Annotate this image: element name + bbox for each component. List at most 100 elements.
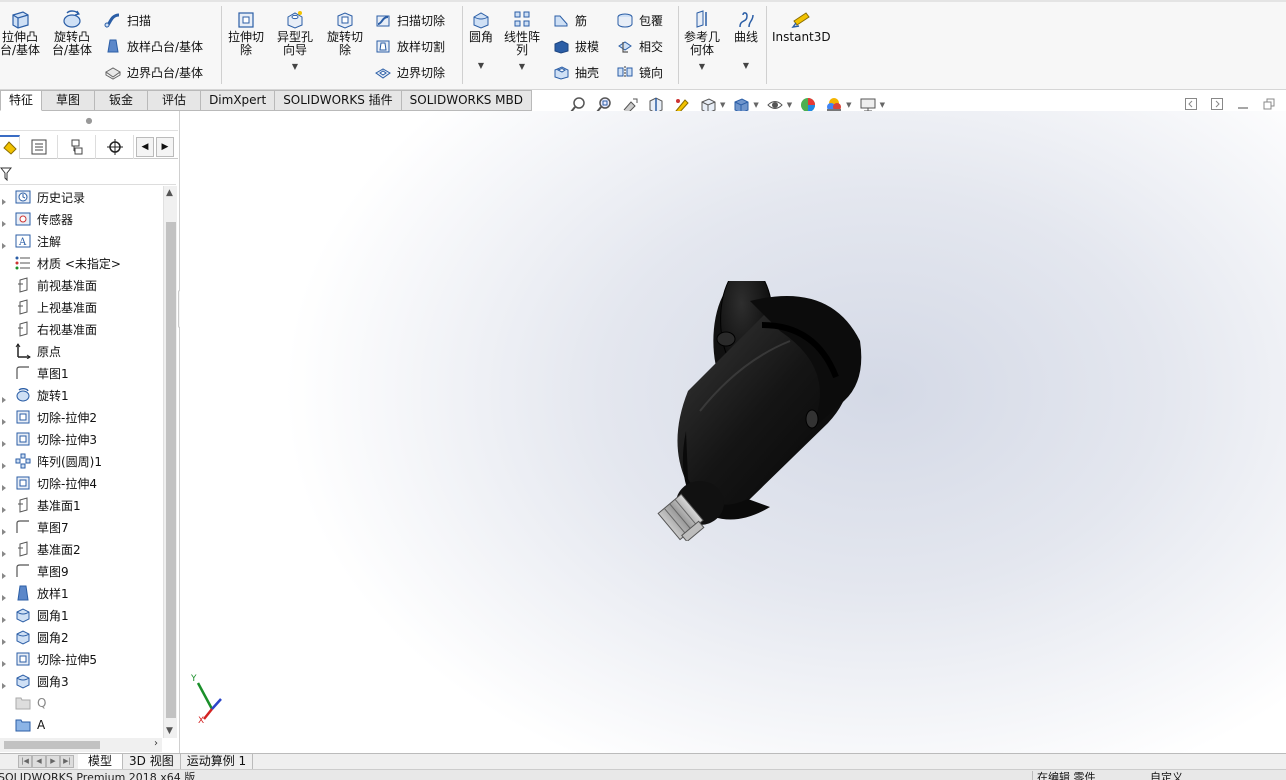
tree-item[interactable]: 草图1 bbox=[0, 362, 162, 384]
tree-item[interactable]: A bbox=[0, 714, 162, 736]
intersect-button[interactable]: 相交 bbox=[615, 36, 663, 56]
fillet-dropdown-icon[interactable]: ▼ bbox=[478, 59, 484, 72]
tab-solidworks-addins[interactable]: SOLIDWORKS 插件 bbox=[275, 90, 402, 111]
tree-item[interactable]: A 注解 bbox=[0, 230, 162, 252]
expand-arrow-icon[interactable] bbox=[2, 458, 7, 469]
tree-item[interactable]: 圆角3 bbox=[0, 670, 162, 692]
linear-pattern-button[interactable]: 线性阵 列 ▼ bbox=[504, 8, 540, 73]
tab-sheet-metal[interactable]: 钣金 bbox=[95, 90, 149, 111]
tree-item[interactable]: 基准面2 bbox=[0, 538, 162, 560]
reference-geometry-button[interactable]: 参考几 何体 ▼ bbox=[684, 8, 720, 73]
tab-motion-study[interactable]: 运动算例 1 bbox=[181, 753, 254, 770]
scrollbar-thumb[interactable] bbox=[166, 222, 176, 718]
lofted-boss-button[interactable]: 放样凸台/基体 bbox=[103, 36, 203, 56]
tree-item[interactable]: 材质 <未指定> bbox=[0, 252, 162, 274]
curves-dropdown-icon[interactable]: ▼ bbox=[743, 59, 749, 72]
reference-geometry-dropdown-icon[interactable]: ▼ bbox=[699, 60, 705, 73]
next-tab-icon[interactable]: ▶ bbox=[46, 755, 60, 768]
filter-icon[interactable] bbox=[0, 167, 12, 181]
expand-arrow-icon[interactable] bbox=[2, 656, 7, 667]
tree-item[interactable]: 放样1 bbox=[0, 582, 162, 604]
expand-arrow-icon[interactable] bbox=[2, 634, 7, 645]
expand-arrow-icon[interactable] bbox=[2, 546, 7, 557]
panel-left-icon[interactable] bbox=[1184, 97, 1198, 111]
expand-arrow-icon[interactable] bbox=[2, 612, 7, 623]
hide-show-dropdown-icon[interactable]: ▼ bbox=[787, 101, 792, 109]
last-tab-icon[interactable]: ▶| bbox=[60, 755, 74, 768]
panel-right-icon[interactable] bbox=[1210, 97, 1224, 111]
revolved-cut-button[interactable]: 旋转切 除 bbox=[327, 8, 363, 57]
featuremanager-tab-icon[interactable] bbox=[0, 134, 20, 159]
graphics-area[interactable]: Y X bbox=[180, 111, 1286, 753]
tree-horizontal-scrollbar[interactable]: › bbox=[0, 738, 162, 752]
hole-wizard-dropdown-icon[interactable]: ▼ bbox=[292, 60, 298, 73]
tab-solidworks-mbd[interactable]: SOLIDWORKS MBD bbox=[401, 90, 532, 111]
expand-arrow-icon[interactable] bbox=[2, 502, 7, 513]
expand-arrow-icon[interactable] bbox=[2, 436, 7, 447]
view-orientation-dropdown-icon[interactable]: ▼ bbox=[720, 101, 725, 109]
linear-pattern-dropdown-icon[interactable]: ▼ bbox=[519, 60, 525, 73]
tree-item[interactable]: 阵列(圆周)1 bbox=[0, 450, 162, 472]
tree-item[interactable]: 圆角1 bbox=[0, 604, 162, 626]
tree-item[interactable]: 传感器 bbox=[0, 208, 162, 230]
previous-tab-icon[interactable]: ◀ bbox=[32, 755, 46, 768]
hole-wizard-button[interactable]: 异型孔 向导 ▼ bbox=[277, 8, 313, 73]
first-tab-icon[interactable]: |◀ bbox=[18, 755, 32, 768]
expand-arrow-icon[interactable] bbox=[2, 392, 7, 403]
mirror-button[interactable]: 镜向 bbox=[615, 62, 663, 82]
tree-vertical-scrollbar[interactable]: ▲ ▼ bbox=[163, 186, 177, 738]
tab-features[interactable]: 特征 bbox=[0, 90, 43, 111]
revolved-boss-button[interactable]: 旋转凸 台/基体 bbox=[52, 8, 92, 57]
tree-item[interactable]: 切除-拉伸2 bbox=[0, 406, 162, 428]
scroll-right-icon[interactable]: › bbox=[154, 738, 158, 749]
configurationmanager-tab-icon[interactable] bbox=[58, 134, 96, 159]
rib-button[interactable]: 筋 bbox=[551, 10, 587, 30]
fillet-button[interactable]: 圆角 ▼ bbox=[468, 8, 494, 72]
shell-button[interactable]: 抽壳 bbox=[551, 62, 599, 82]
expand-arrow-icon[interactable] bbox=[2, 480, 7, 491]
tree-item[interactable]: 草图7 bbox=[0, 516, 162, 538]
scroll-down-icon[interactable]: ▼ bbox=[166, 726, 173, 736]
expand-arrow-icon[interactable] bbox=[2, 194, 7, 205]
tree-item[interactable]: 右视基准面 bbox=[0, 318, 162, 340]
display-style-dropdown-icon[interactable]: ▼ bbox=[753, 101, 758, 109]
tab-sketch[interactable]: 草图 bbox=[42, 90, 96, 111]
swept-cut-button[interactable]: 扫描切除 bbox=[373, 10, 445, 30]
tree-item[interactable]: 基准面1 bbox=[0, 494, 162, 516]
tree-item[interactable]: 上视基准面 bbox=[0, 296, 162, 318]
tree-item[interactable]: 前视基准面 bbox=[0, 274, 162, 296]
expand-arrow-icon[interactable] bbox=[2, 568, 7, 579]
tree-item[interactable]: 历史记录 bbox=[0, 186, 162, 208]
expand-arrow-icon[interactable] bbox=[2, 678, 7, 689]
expand-arrow-icon[interactable] bbox=[2, 524, 7, 535]
tab-dimxpert[interactable]: DimXpert bbox=[201, 90, 276, 111]
tab-evaluate[interactable]: 评估 bbox=[148, 90, 202, 111]
dimxpertmanager-tab-icon[interactable] bbox=[96, 134, 134, 159]
tree-item[interactable]: 切除-拉伸3 bbox=[0, 428, 162, 450]
tree-item[interactable]: 旋转1 bbox=[0, 384, 162, 406]
scrollbar-thumb[interactable] bbox=[4, 741, 100, 749]
propertymanager-tab-icon[interactable] bbox=[20, 134, 58, 159]
expand-arrow-icon[interactable] bbox=[2, 216, 7, 227]
tabs-right-arrow-icon[interactable]: ▶ bbox=[156, 136, 174, 157]
tree-item[interactable]: 草图9 bbox=[0, 560, 162, 582]
boundary-cut-button[interactable]: 边界切除 bbox=[373, 62, 445, 82]
tree-item[interactable]: 切除-拉伸4 bbox=[0, 472, 162, 494]
expand-arrow-icon[interactable] bbox=[2, 414, 7, 425]
draft-button[interactable]: 拔模 bbox=[551, 36, 599, 56]
tree-item[interactable]: 原点 bbox=[0, 340, 162, 362]
tree-item[interactable]: 切除-拉伸5 bbox=[0, 648, 162, 670]
lofted-cut-button[interactable]: 放样切割 bbox=[373, 36, 445, 56]
restore-icon[interactable] bbox=[1262, 97, 1276, 111]
drill-chuck-model[interactable] bbox=[630, 281, 870, 541]
instant3d-button[interactable]: Instant3D bbox=[772, 8, 831, 44]
panel-grip[interactable]: ● bbox=[0, 111, 178, 131]
tabs-left-arrow-icon[interactable]: ◀ bbox=[136, 136, 154, 157]
tree-filter[interactable] bbox=[0, 163, 176, 185]
view-settings-dropdown-icon[interactable]: ▼ bbox=[880, 101, 885, 109]
minimize-icon[interactable] bbox=[1236, 97, 1250, 111]
extruded-cut-button[interactable]: 拉伸切 除 bbox=[228, 8, 264, 57]
apply-scene-dropdown-icon[interactable]: ▼ bbox=[846, 101, 851, 109]
tree-item[interactable]: Q bbox=[0, 692, 162, 714]
expand-arrow-icon[interactable] bbox=[2, 590, 7, 601]
